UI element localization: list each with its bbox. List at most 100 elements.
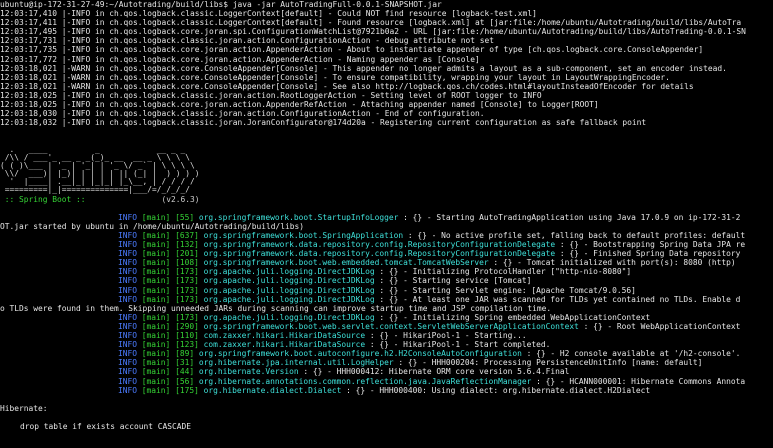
log-thread: [main] [141,249,171,259]
log-logger: org.hibernate.Version [198,367,299,377]
log-pid: [123] [175,340,199,350]
log-line: INFO [main] [132] org.springframework.da… [0,240,773,249]
log-line: INFO [main] [44] org.hibernate.Version :… [0,367,773,376]
logback-line: 12:03:18,021 |-WARN in ch.qos.logback.co… [0,81,694,91]
log-line: INFO [main] [110] com.zaxxer.hikari.Hika… [0,331,773,340]
log-message: : {} - Tomcat initialized with port(s): … [488,258,736,268]
log-thread: [main] [141,294,171,304]
log-logger: com.zaxxer.hikari.HikariDataSource [203,331,366,341]
log-message: : {} - At least one JAR was scanned for … [374,294,741,304]
log-pid: [44] [175,367,195,377]
log-logger: org.apache.juli.logging.DirectJDKLog [203,276,375,286]
log-message: : {} - HHH000204: Processing Persistence… [393,358,703,368]
log-pid: [173] [175,267,199,277]
log-line: INFO [main] [290] org.springframework.bo… [0,322,773,331]
log-message: : {} - HikariPool-1 - Start completed. [365,340,551,350]
log-message: : {} - H2 console available at '/h2-cons… [521,349,741,359]
log-level: INFO [118,321,138,331]
log-level: INFO [118,312,138,322]
log-level: INFO [118,331,138,341]
log-message: : {} - Initializing Spring embedded WebA… [374,312,651,322]
log-logger: org.springframework.boot.SpringApplicati… [203,231,404,240]
log-level: INFO [118,294,138,304]
log-pid: [55] [175,212,195,222]
logback-line: 12:03:17,411 |-INFO in ch.qos.logback.cl… [0,18,742,28]
log-thread: [main] [141,267,171,277]
hibernate-sql-statement: drop table if exists account CASCADE [20,421,192,431]
log-pid: [173] [175,276,199,286]
log-line: INFO [main] [173] org.apache.juli.loggin… [0,267,773,276]
log-line: INFO [main] [173] org.apache.juli.loggin… [0,276,773,285]
logback-line: 12:03:18,025 |-INFO in ch.qos.logback.co… [0,100,599,110]
log-level: INFO [118,285,138,295]
log-thread: [main] [141,340,171,350]
log-line: INFO [main] [123] com.zaxxer.hikari.Hika… [0,340,773,349]
log-logger: org.apache.juli.logging.DirectJDKLog [203,294,375,304]
logback-line: 12:03:18,025 |-INFO in ch.qos.logback.cl… [0,90,542,100]
log-level: INFO [118,267,138,277]
log-thread: [main] [141,321,171,331]
log-message: : {} - No active profile set, falling ba… [403,231,746,240]
log-thread: [main] [141,367,171,377]
log-message: : {} - Initializing ProtocolHandler ["ht… [374,267,632,277]
log-message: : {} - Bootstrapping Spring Data JPA re [555,240,746,250]
log-line: INFO [main] [173] org.apache.juli.loggin… [0,313,773,322]
logback-status-block: 12:03:17,410 |-INFO in ch.qos.logback.cl… [0,9,773,127]
log-line: INFO [main] [637] org.springframework.bo… [0,231,773,240]
log-pid: [173] [175,285,199,295]
log-message: : {} - HHH000400: Using dialect: org.hib… [341,385,651,395]
log-logger: com.zaxxer.hikari.HikariDataSource [203,340,366,350]
log-pid: [173] [175,312,199,322]
log-pid: [89] [175,349,195,359]
log-level: INFO [118,349,138,359]
log-line: INFO [main] [201] org.springframework.da… [0,249,773,258]
log-message: : {} - HCANN000001: Hibernate Commons An… [531,376,746,386]
log-pid: [108] [175,258,199,268]
log-pid: [290] [175,321,199,331]
log-pid: [175] [175,385,199,395]
log-thread: [main] [141,258,171,268]
shell-prompt-line: ubuntu@ip-172-31-27-49:~/Autotrading/bui… [0,0,442,9]
log-thread: [main] [141,376,171,386]
log-level: INFO [118,276,138,286]
log-level: INFO [118,340,138,350]
log-line: INFO [main] [175] org.hibernate.dialect.… [0,386,773,395]
log-level: INFO [118,258,138,268]
log-pid: [132] [175,240,199,250]
log-thread: [main] [141,276,171,286]
log-logger: org.springframework.data.repository.conf… [203,240,556,250]
logback-line: 12:03:17,731 |-INFO in ch.qos.logback.cl… [0,36,495,46]
log-logger: org.springframework.boot.web.servlet.con… [203,321,579,331]
log-line: INFO [main] [108] org.springframework.bo… [0,258,773,267]
log-pid: [31] [175,358,195,368]
spring-boot-version: (v2.6.3) [85,194,200,204]
log-level: INFO [118,249,138,259]
log-message: : {} - Starting service [Tomcat] [374,276,532,286]
log-level: INFO [118,385,138,395]
log-line: INFO [main] [31] org.hibernate.jpa.inter… [0,358,773,367]
log-line: INFO [main] [89] org.springframework.boo… [0,349,773,358]
spring-boot-version-line: :: Spring Boot :: (v2.6.3) [0,195,773,204]
log-thread: [main] [141,240,171,250]
log-pid: [201] [175,249,199,259]
log-logger: org.springframework.data.repository.conf… [203,249,556,259]
banner-art-line: =========|_|==============|___/=/_/_/_/ [0,185,191,195]
hibernate-label: Hibernate: [0,403,48,413]
log-level: INFO [118,212,138,222]
log-thread: [main] [141,231,171,240]
log-message: : {} - Starting AutoTradingApplication u… [398,212,741,222]
log-line: INFO [main] [173] org.apache.juli.loggin… [0,286,773,295]
logback-line: 12:03:17,772 |-INFO in ch.qos.logback.co… [0,54,480,64]
logback-line: 12:03:18,032 |-INFO in ch.qos.logback.cl… [0,118,647,128]
log-logger: org.springframework.boot.StartupInfoLogg… [198,212,399,222]
logback-line: 12:03:18,021 |-WARN in ch.qos.logback.co… [0,72,670,82]
log-level: INFO [118,231,138,240]
terminal-window[interactable]: ubuntu@ip-172-31-27-49:~/Autotrading/bui… [0,0,773,448]
log-level: INFO [118,358,138,368]
logback-line: 12:03:17,495 |-INFO in ch.qos.logback.co… [0,27,746,37]
log-pid: [110] [175,331,199,341]
log-line: INFO [main] [55] org.springframework.boo… [0,213,773,222]
